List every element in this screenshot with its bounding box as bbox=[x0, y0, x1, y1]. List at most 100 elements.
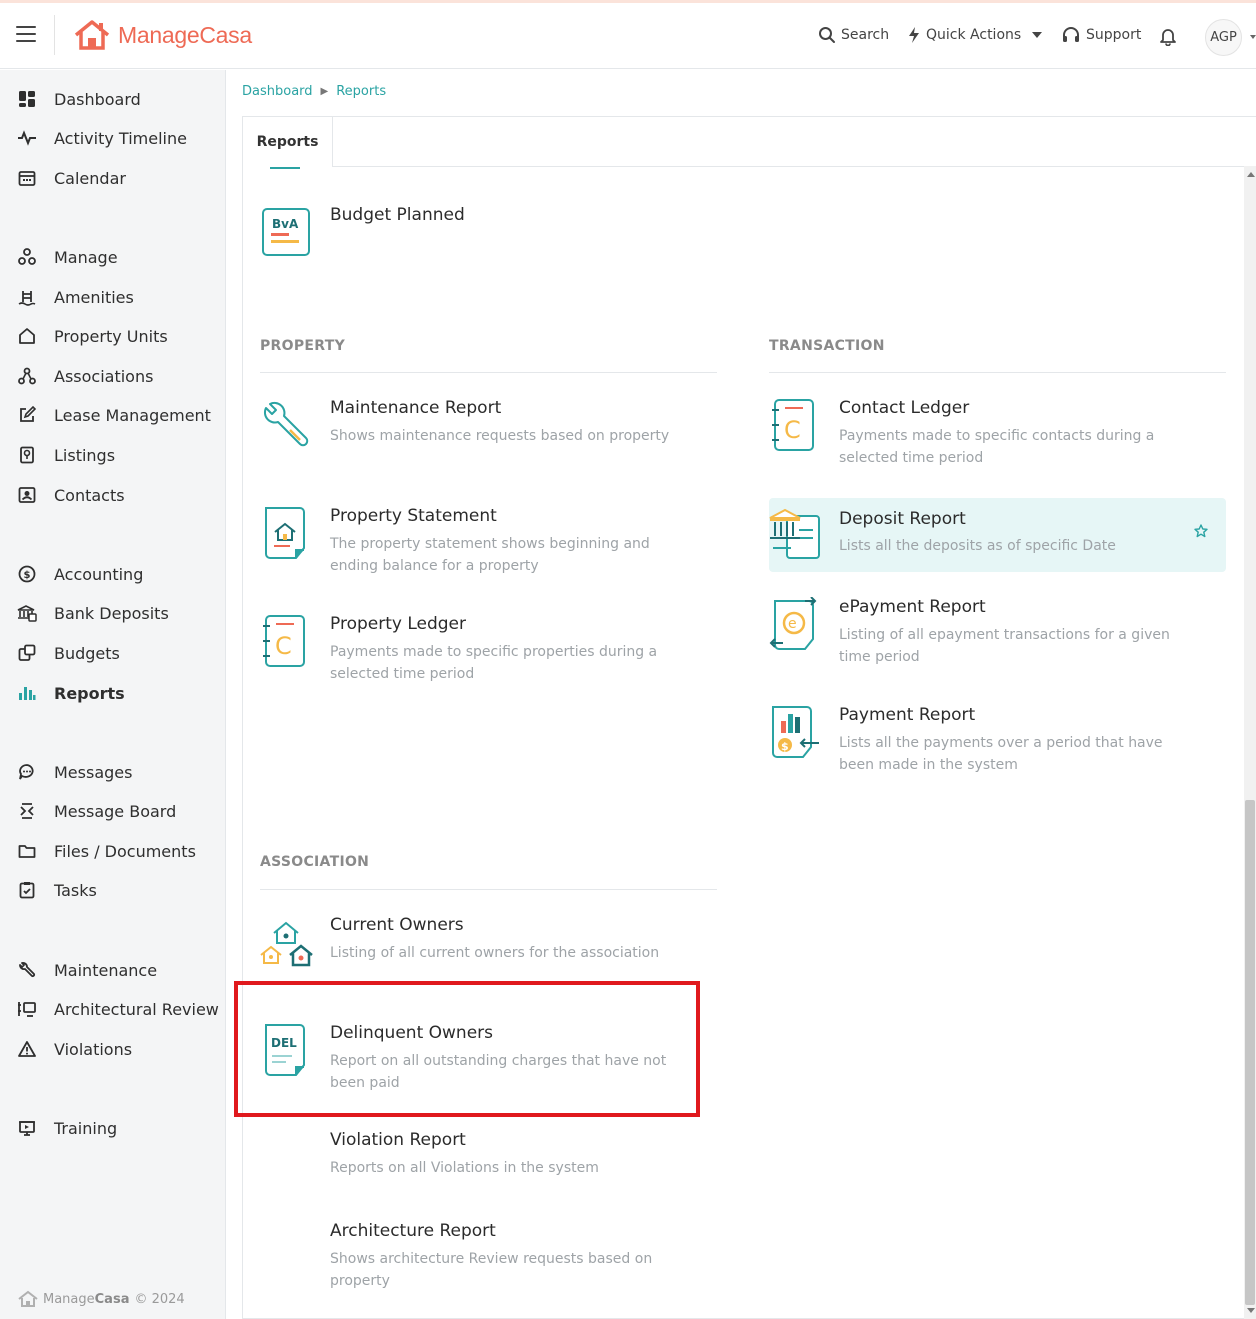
svg-text:e: e bbox=[788, 616, 797, 632]
wrench-report-icon bbox=[263, 401, 309, 447]
sidebar-item-files-documents[interactable]: Files / Documents bbox=[0, 834, 226, 868]
sidebar-item-label: Budgets bbox=[54, 643, 120, 663]
edit-icon bbox=[17, 405, 37, 425]
report-title: Property Ledger bbox=[330, 614, 466, 634]
search-label: Search bbox=[841, 27, 890, 43]
report-budget-planned[interactable]: BvA Budget Planned bbox=[260, 205, 718, 279]
report-description: The property statement shows beginning a… bbox=[330, 536, 650, 574]
report-payment[interactable]: $ Payment Report Lists all the payments … bbox=[769, 705, 1227, 779]
sidebar-item-lease-management[interactable]: Lease Management bbox=[0, 398, 226, 432]
sidebar-item-maintenance[interactable]: Maintenance bbox=[0, 953, 226, 987]
sidebar-item-amenities[interactable]: Amenities bbox=[0, 280, 226, 314]
pulse-icon bbox=[17, 128, 37, 148]
tab-bar: Reports bbox=[243, 117, 1256, 167]
scroll-down-icon[interactable] bbox=[1247, 1308, 1255, 1313]
sidebar-item-activity-timeline[interactable]: Activity Timeline bbox=[0, 121, 226, 155]
breadcrumb-reports[interactable]: Reports bbox=[336, 84, 386, 99]
report-epayment[interactable]: e ePayment Report Listing of all epaymen… bbox=[769, 597, 1227, 671]
section-divider bbox=[260, 372, 717, 373]
sidebar-item-contacts[interactable]: Contacts bbox=[0, 478, 226, 512]
sidebar-item-messages[interactable]: Messages bbox=[0, 755, 226, 789]
report-description: Listing of all current owners for the as… bbox=[330, 945, 660, 961]
lightning-icon bbox=[909, 27, 919, 43]
avatar-caret-icon[interactable] bbox=[1250, 34, 1256, 40]
report-description: Shows maintenance requests based on prop… bbox=[330, 428, 670, 444]
sidebar-item-property-units[interactable]: Property Units bbox=[0, 319, 226, 353]
footer-brand-bold: Casa bbox=[94, 1291, 130, 1307]
svg-text:C: C bbox=[784, 416, 801, 444]
star-favorite-icon[interactable] bbox=[1194, 524, 1208, 538]
sidebar-item-listings[interactable]: Listings bbox=[0, 438, 226, 472]
svg-text:BvA: BvA bbox=[272, 217, 299, 231]
chat-icon bbox=[17, 762, 37, 782]
report-property-statement[interactable]: Property Statement The property statemen… bbox=[260, 506, 718, 580]
sidebar-item-message-board[interactable]: Message Board bbox=[0, 794, 226, 828]
header-divider bbox=[54, 15, 55, 55]
bank-icon bbox=[17, 603, 37, 623]
sidebar-item-violations[interactable]: Violations bbox=[0, 1032, 226, 1066]
support-button[interactable]: Support bbox=[1061, 23, 1141, 47]
sidebar-item-label: Listings bbox=[54, 445, 116, 465]
sidebar-item-tasks[interactable]: Tasks bbox=[0, 873, 226, 907]
footer-house-icon bbox=[18, 1290, 38, 1307]
board-icon bbox=[17, 801, 37, 821]
sidebar-item-training[interactable]: Training bbox=[0, 1111, 226, 1145]
owners-houses-icon bbox=[260, 921, 313, 967]
bell-icon[interactable] bbox=[1158, 26, 1178, 46]
sidebar-item-label: Files / Documents bbox=[54, 841, 196, 861]
sidebar-item-architectural-review[interactable]: Architectural Review bbox=[0, 992, 226, 1026]
report-property-ledger[interactable]: C Property Ledger Payments made to speci… bbox=[260, 614, 718, 688]
sidebar-item-label: Maintenance bbox=[54, 960, 158, 980]
report-description: Payments made to specific properties dur… bbox=[330, 644, 658, 682]
tab-reports[interactable]: Reports bbox=[243, 117, 333, 167]
payment-report-icon: $ bbox=[772, 706, 819, 758]
report-title: Payment Report bbox=[839, 705, 976, 725]
footer-copyright: © 2024 bbox=[134, 1291, 185, 1307]
sidebar-item-calendar[interactable]: Calendar bbox=[0, 161, 226, 195]
sidebar-item-reports[interactable]: Reports bbox=[0, 676, 226, 710]
training-icon bbox=[17, 1118, 37, 1138]
sidebar-footer: Manage Casa © 2024 bbox=[17, 1290, 185, 1308]
sidebar-item-label: Lease Management bbox=[54, 405, 211, 425]
report-current-owners[interactable]: Current Owners Listing of all current ow… bbox=[260, 915, 718, 989]
folder-icon bbox=[17, 841, 37, 861]
report-violation[interactable]: Violation Report Reports on all Violatio… bbox=[260, 1130, 718, 1204]
report-contact-ledger[interactable]: C Contact Ledger Payments made to specif… bbox=[769, 398, 1227, 472]
sidebar-item-label: Message Board bbox=[54, 801, 177, 821]
report-title: Architecture Report bbox=[330, 1221, 496, 1241]
menu-toggle-icon[interactable] bbox=[16, 26, 36, 42]
report-deposit[interactable]: Deposit Report Lists all the deposits as… bbox=[769, 498, 1226, 572]
sidebar-item-bank-deposits[interactable]: Bank Deposits bbox=[0, 596, 226, 630]
sidebar-item-associations[interactable]: Associations bbox=[0, 359, 226, 393]
scrollbar-thumb[interactable] bbox=[1245, 800, 1255, 1305]
calendar-icon bbox=[17, 168, 37, 188]
report-architecture[interactable]: Architecture Report Shows architecture R… bbox=[260, 1221, 718, 1295]
ledger-icon: C bbox=[263, 615, 305, 667]
sidebar-item-budgets[interactable]: Budgets bbox=[0, 636, 226, 670]
sidebar-item-accounting[interactable]: $ Accounting bbox=[0, 557, 226, 591]
section-divider bbox=[260, 889, 717, 890]
user-avatar[interactable]: AGP bbox=[1205, 19, 1242, 56]
sidebar-item-manage[interactable]: Manage bbox=[0, 240, 226, 274]
brand-logo[interactable]: ManageCasa bbox=[72, 17, 252, 53]
home-icon bbox=[17, 326, 37, 346]
report-maintenance[interactable]: Maintenance Report Shows maintenance req… bbox=[260, 398, 718, 472]
breadcrumb-dashboard[interactable]: Dashboard bbox=[242, 84, 313, 99]
sidebar-item-label: Associations bbox=[54, 366, 154, 386]
sidebar-item-label: Calendar bbox=[54, 168, 126, 188]
quick-actions-button[interactable]: Quick Actions bbox=[907, 23, 1052, 47]
scroll-up-icon[interactable] bbox=[1247, 172, 1255, 177]
sidebar-item-label: Activity Timeline bbox=[54, 128, 187, 148]
house-logo-icon bbox=[74, 20, 110, 50]
sidebar-item-label: Accounting bbox=[54, 564, 144, 584]
sidebar-item-label: Contacts bbox=[54, 485, 125, 505]
warning-icon bbox=[17, 1039, 37, 1059]
tab-underline bbox=[270, 167, 300, 169]
sidebar-item-dashboard[interactable]: Dashboard bbox=[0, 82, 226, 116]
search-button[interactable]: Search bbox=[818, 23, 889, 47]
svg-text:C: C bbox=[275, 632, 292, 660]
bva-report-icon: BvA bbox=[262, 208, 310, 256]
report-title: Deposit Report bbox=[839, 509, 966, 529]
support-label: Support bbox=[1086, 27, 1142, 43]
quick-actions-label: Quick Actions bbox=[926, 27, 1022, 43]
